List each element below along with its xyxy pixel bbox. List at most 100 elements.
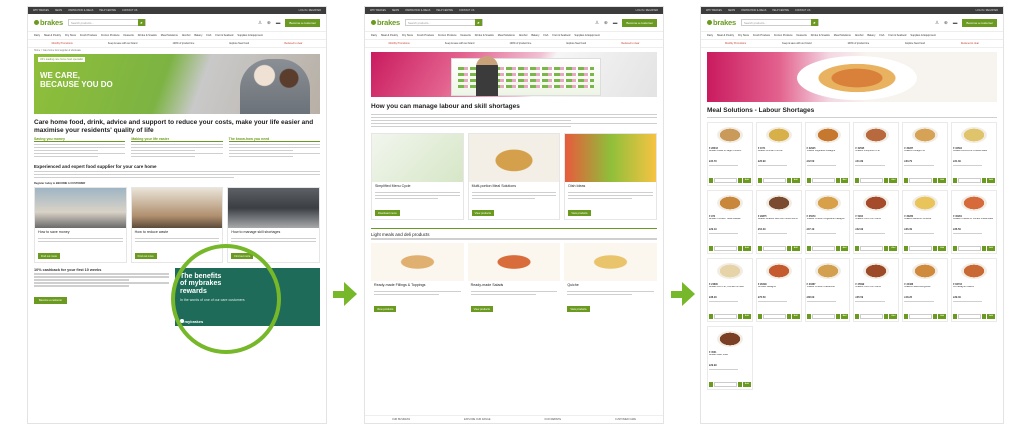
decrement-button[interactable] <box>855 177 860 183</box>
decrement-button[interactable] <box>953 313 958 319</box>
quantity-stepper[interactable]: Add <box>757 177 800 183</box>
nav-item[interactable]: Drinks & Snacks <box>138 34 157 37</box>
quantity-input[interactable] <box>714 245 737 251</box>
product-name[interactable]: Brakes Beef Stew <box>709 354 751 363</box>
quantity-stepper[interactable]: Add <box>806 245 849 251</box>
decrement-button[interactable] <box>709 177 713 183</box>
product-name[interactable]: Brakes Braised Beef with Mushrooms <box>758 218 800 227</box>
promo-link[interactable]: 100% of product line <box>509 42 531 45</box>
search-icon[interactable]: ⌕ <box>138 19 145 26</box>
quantity-stepper[interactable]: Add <box>855 313 898 319</box>
add-to-basket-button[interactable]: Add <box>742 177 751 183</box>
product-card[interactable]: F 83734 All Lasagne Classic £39.49 Add <box>951 257 997 322</box>
become-customer-button[interactable]: Become a customer <box>285 18 320 27</box>
top-link[interactable]: NEWS <box>728 9 735 12</box>
quantity-stepper[interactable]: Add <box>757 313 800 319</box>
nav-item[interactable]: Fruit & Seafood <box>552 34 570 37</box>
become-customer-button[interactable]: Become a customer <box>962 18 997 27</box>
nav-item[interactable]: Dairy <box>371 34 377 37</box>
decrement-button[interactable] <box>757 177 762 183</box>
nav-item[interactable]: Alcohol <box>182 34 191 37</box>
find-out-more-button[interactable]: Find out more <box>134 253 157 259</box>
nav-item[interactable]: Dry Store <box>65 34 76 37</box>
basket-icon[interactable]: ⊕ <box>944 20 948 26</box>
product-image[interactable] <box>709 192 751 214</box>
top-link[interactable]: WHY BRAKES <box>706 9 722 12</box>
footer-link[interactable]: EXPLORE OUR RANGE <box>464 418 490 421</box>
add-to-basket-button[interactable]: Add <box>840 313 849 319</box>
footer-link[interactable]: CUSTOMER CARE <box>615 418 636 421</box>
top-link[interactable]: INSPIRATION & IDEAS <box>68 9 93 12</box>
add-to-basket-button[interactable]: Add <box>987 313 995 319</box>
increment-button[interactable] <box>884 245 889 251</box>
nav-item[interactable]: Meat & Poultry <box>44 34 61 37</box>
top-link[interactable]: WHY BRAKES <box>33 9 49 12</box>
promo-link[interactable]: Keep & save with our brand <box>445 42 474 45</box>
product-image[interactable] <box>709 260 751 282</box>
product-name[interactable]: Brakes Chicken Tikka Masala <box>709 218 751 227</box>
product-image[interactable] <box>709 328 751 350</box>
increment-button[interactable] <box>884 177 889 183</box>
add-to-basket-button[interactable]: Add <box>742 245 751 251</box>
top-link[interactable]: WHY BRAKES <box>370 9 386 12</box>
product-card[interactable]: F 28499 All Beef Lasagne £76.59 Add <box>755 257 802 322</box>
quantity-stepper[interactable]: Add <box>904 313 947 319</box>
search-icon[interactable]: ⌕ <box>475 19 482 26</box>
search-input[interactable]: Search products... <box>406 21 475 25</box>
product-card[interactable]: F 29875 Brakes Braised Beef with Mushroom… <box>755 189 802 254</box>
promo-link[interactable]: Explore New Food <box>229 42 249 45</box>
product-image[interactable] <box>953 192 995 214</box>
promo-link[interactable]: 100% of product line <box>847 42 869 45</box>
quantity-input[interactable] <box>909 245 933 251</box>
top-link[interactable]: INSPIRATION & IDEAS <box>405 9 430 12</box>
nav-item[interactable]: Frozen Produce <box>101 34 119 37</box>
product-name[interactable]: Brakes Cheese & Tomato Pasta Bake <box>953 218 995 227</box>
product-image[interactable] <box>904 192 946 214</box>
nav-item[interactable]: Desserts <box>797 34 807 37</box>
promo-link[interactable]: Reduced to clear <box>621 42 639 45</box>
decrement-button[interactable] <box>709 313 713 319</box>
decrement-button[interactable] <box>757 313 762 319</box>
decrement-button[interactable] <box>904 177 909 183</box>
decrement-button[interactable] <box>904 313 909 319</box>
top-link[interactable]: HELP CENTRE <box>436 9 453 12</box>
decrement-button[interactable] <box>709 381 713 387</box>
increment-button[interactable] <box>835 177 840 183</box>
product-card[interactable]: F 35979 Brakes Chicken Vegetable Lasagne £… <box>804 189 851 254</box>
search-input[interactable]: Search products... <box>742 21 811 25</box>
quantity-input[interactable] <box>762 245 786 251</box>
nav-item[interactable]: Fresh Produce <box>417 34 434 37</box>
product-card[interactable]: F 4531 Brakes Beef Stew £29.99 Add <box>707 325 753 390</box>
quantity-input[interactable] <box>762 313 786 319</box>
product-image[interactable] <box>758 192 800 214</box>
add-to-basket-button[interactable]: Add <box>791 245 800 251</box>
quantity-stepper[interactable]: Add <box>904 177 947 183</box>
top-link[interactable]: CONTACT US <box>459 9 474 12</box>
decrement-button[interactable] <box>806 177 811 183</box>
add-to-basket-button[interactable]: Add <box>840 177 849 183</box>
product-image[interactable] <box>904 124 946 146</box>
nav-item[interactable]: Supplies & Equipment <box>910 34 936 37</box>
add-to-basket-button[interactable]: Add <box>987 245 995 251</box>
nav-item[interactable]: Dry Store <box>738 34 749 37</box>
increment-button[interactable] <box>737 245 742 251</box>
login-link[interactable]: LOG IN / REGISTER <box>299 9 321 12</box>
nav-item[interactable]: Supplies & Equipment <box>574 34 600 37</box>
info-card[interactable]: Quiche View products <box>564 243 658 315</box>
product-name[interactable]: Brakes Fish Pie, Chicken & Leek <box>709 286 751 295</box>
info-card[interactable]: Simplified Menu Cycle Download menu <box>371 133 464 220</box>
top-link[interactable]: CONTACT US <box>122 9 137 12</box>
product-image[interactable] <box>953 260 995 282</box>
nav-item[interactable]: Alcohol <box>855 34 864 37</box>
product-name[interactable]: Brakes Chicken Vegetable Lasagne <box>807 218 849 227</box>
product-name[interactable]: All Beef Lasagne <box>758 286 800 295</box>
quantity-stepper[interactable]: Add <box>709 313 751 319</box>
top-link[interactable]: INSPIRATION & IDEAS <box>741 9 766 12</box>
product-name[interactable]: Brakes Chilli Con Carne <box>855 218 897 227</box>
top-link[interactable]: HELP CENTRE <box>772 9 789 12</box>
nav-item[interactable]: Bakery <box>531 34 539 37</box>
increment-button[interactable] <box>835 313 840 319</box>
add-to-basket-button[interactable]: Add <box>840 245 849 251</box>
quantity-input[interactable] <box>958 245 982 251</box>
add-to-basket-button[interactable]: Add <box>938 177 947 183</box>
